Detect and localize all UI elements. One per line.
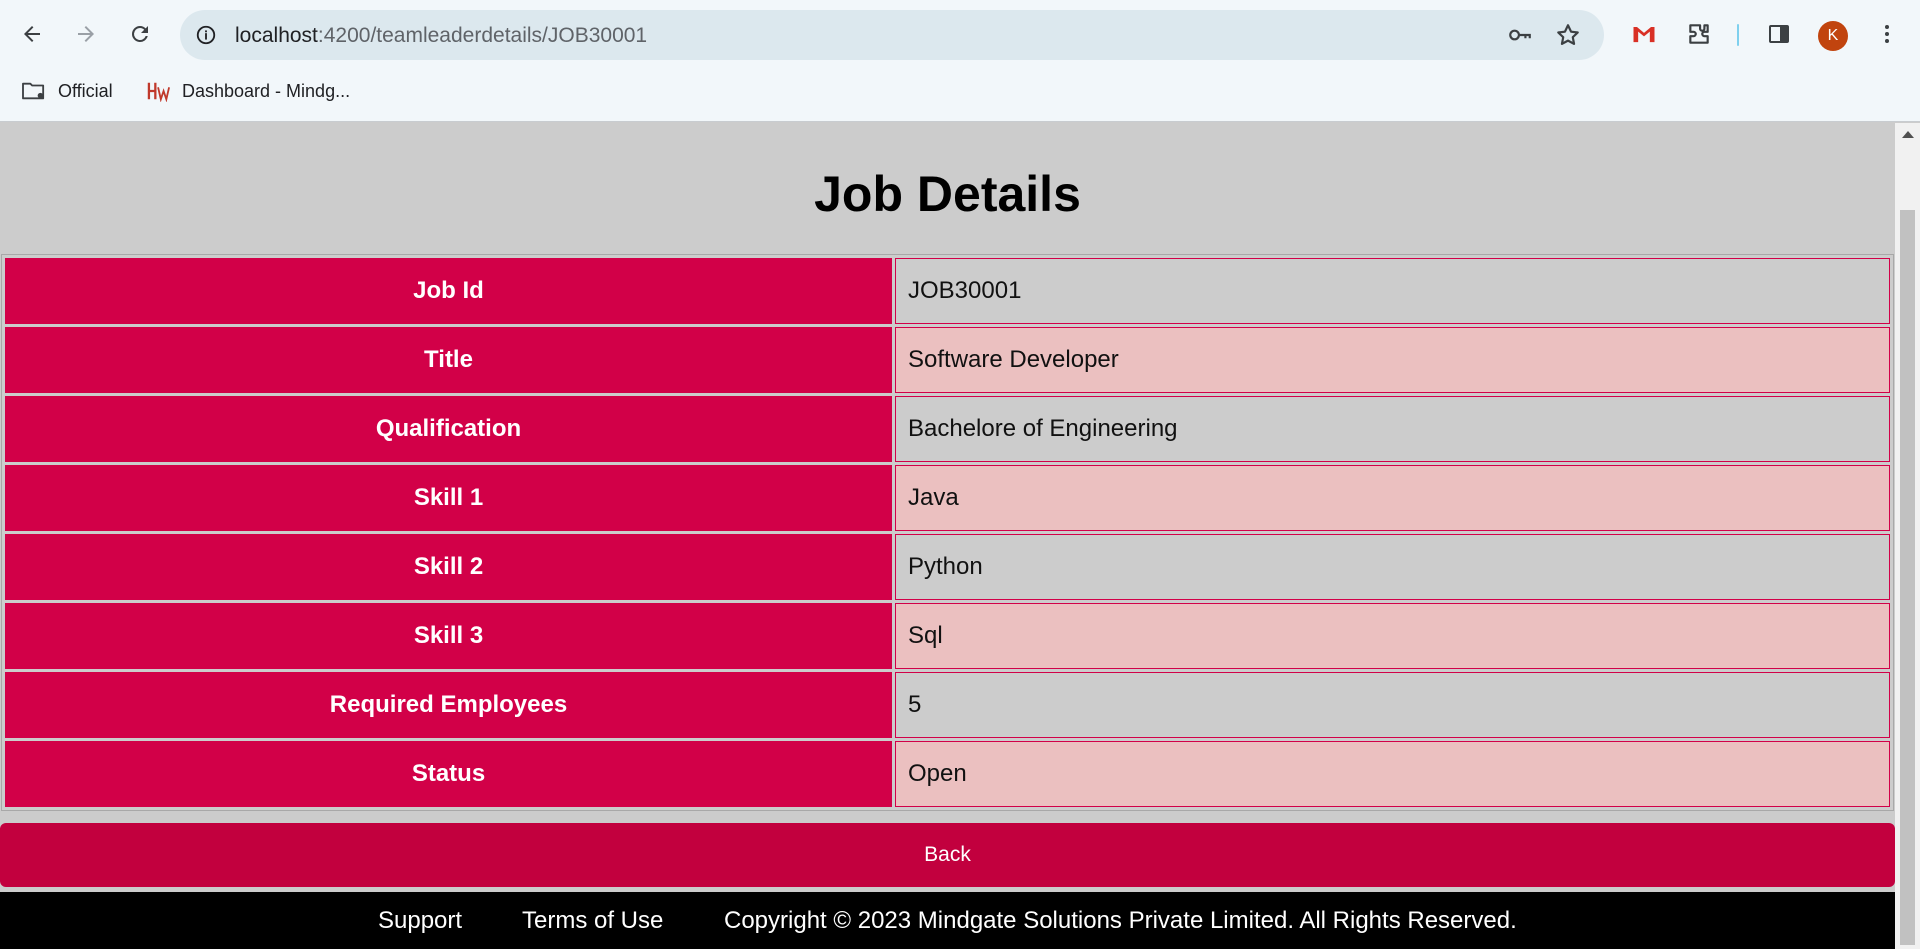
bookmark-label: Dashboard - Mindg... — [182, 80, 351, 101]
scrollbar-thumb[interactable] — [1900, 210, 1915, 945]
page-title: Job Details — [814, 166, 1081, 222]
bookmark-label: Official — [58, 80, 113, 101]
bookmarks-bar: Official Dashboard - Mindg... — [0, 74, 1920, 108]
folder-gear-icon — [22, 82, 45, 100]
row-value: JOB30001 — [895, 258, 1890, 324]
row-label: Job Id — [5, 258, 892, 324]
row-value: Sql — [895, 603, 1890, 669]
row-value: 5 — [895, 672, 1890, 738]
extensions-icon[interactable] — [1682, 17, 1716, 51]
reload-icon — [132, 26, 148, 42]
table-row: Qualification Bachelore of Engineering — [5, 396, 1890, 462]
table-row: Status Open — [5, 741, 1890, 807]
star-icon[interactable] — [1554, 21, 1582, 49]
gmail-icon[interactable] — [1627, 17, 1661, 51]
address-bar[interactable]: localhost:4200/teamleaderdetails/JOB3000… — [180, 10, 1604, 60]
table-row: Skill 2 Python — [5, 534, 1890, 600]
table-row: Required Employees 5 — [5, 672, 1890, 738]
back-nav-button[interactable] — [12, 14, 52, 54]
row-label: Skill 3 — [5, 603, 892, 669]
table-row: Job Id JOB30001 — [5, 258, 1890, 324]
table-row: Skill 3 Sql — [5, 603, 1890, 669]
row-value: Python — [895, 534, 1890, 600]
site-info-icon[interactable] — [192, 21, 220, 49]
footer: Support Terms of Use Copyright © 2023 Mi… — [0, 892, 1895, 949]
row-value: Software Developer — [895, 327, 1890, 393]
reload-button[interactable] — [120, 14, 160, 54]
terms-of-use-link[interactable]: Terms of Use — [522, 907, 663, 935]
row-label: Status — [5, 741, 892, 807]
row-label: Required Employees — [5, 672, 892, 738]
arrow-right-icon — [78, 26, 94, 42]
table-row: Skill 1 Java — [5, 465, 1890, 531]
menu-kebab-icon[interactable] — [1870, 17, 1904, 51]
bookmark-dashboard[interactable]: Dashboard - Mindg... — [146, 78, 350, 104]
toolbar-separator — [1737, 24, 1739, 46]
scroll-up-arrow-icon[interactable] — [1902, 131, 1914, 138]
side-panel-icon[interactable] — [1762, 17, 1796, 51]
row-label: Qualification — [5, 396, 892, 462]
back-button[interactable]: Back — [0, 823, 1895, 887]
row-value: Open — [895, 741, 1890, 807]
hw-logo-icon — [147, 82, 170, 102]
row-label: Skill 2 — [5, 534, 892, 600]
arrow-left-icon — [24, 26, 40, 42]
row-value: Bachelore of Engineering — [895, 396, 1890, 462]
url-path: :4200/teamleaderdetails/JOB30001 — [317, 24, 648, 47]
url-host: localhost — [235, 24, 318, 47]
row-label: Title — [5, 327, 892, 393]
job-details-table: Job Id JOB30001 Title Software Developer… — [1, 254, 1894, 811]
page-content: Job Details Job Id JOB30001 Title Softwa… — [0, 123, 1895, 949]
bookmark-official[interactable]: Official — [20, 78, 113, 104]
browser-chrome: localhost:4200/teamleaderdetails/JOB3000… — [0, 0, 1920, 122]
key-icon[interactable] — [1506, 21, 1534, 49]
row-label: Skill 1 — [5, 465, 892, 531]
support-link[interactable]: Support — [378, 907, 462, 935]
browser-toolbar: localhost:4200/teamleaderdetails/JOB3000… — [0, 0, 1920, 70]
url-text[interactable]: localhost:4200/teamleaderdetails/JOB3000… — [235, 24, 647, 48]
copyright-text: Copyright © 2023 Mindgate Solutions Priv… — [724, 907, 1517, 934]
profile-avatar[interactable]: K — [1818, 21, 1848, 51]
row-value: Java — [895, 465, 1890, 531]
forward-nav-button[interactable] — [66, 14, 106, 54]
vertical-scrollbar[interactable] — [1895, 123, 1920, 949]
table-row: Title Software Developer — [5, 327, 1890, 393]
